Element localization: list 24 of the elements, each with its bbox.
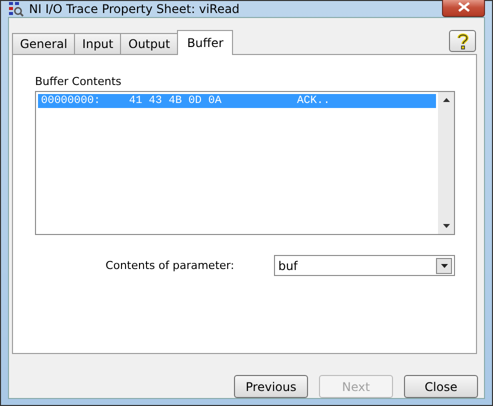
- tab[interactable]: General: [12, 33, 76, 54]
- dropdown-arrow-button[interactable]: [436, 258, 452, 274]
- app-icon: [8, 1, 24, 17]
- tab[interactable]: Output: [120, 33, 178, 54]
- dialog-button[interactable]: Close: [404, 375, 478, 398]
- close-button[interactable]: [442, 0, 485, 16]
- scroll-down-icon: [442, 224, 450, 228]
- caret-icon: [440, 264, 448, 268]
- tab[interactable]: Buffer: [177, 30, 234, 55]
- parameter-dropdown[interactable]: buf: [274, 255, 455, 276]
- dropdown-value: buf: [277, 258, 298, 272]
- tab[interactable]: Input: [74, 33, 122, 54]
- scrollbar[interactable]: [438, 92, 454, 234]
- ascii-text: ACK..: [297, 95, 330, 107]
- hex-bytes-text: 41 43 4B 0D 0A: [129, 95, 222, 107]
- help-button[interactable]: [449, 30, 476, 52]
- group-label: Buffer Contents: [35, 75, 122, 88]
- help-icon: [456, 32, 470, 50]
- parameter-label: Contents of parameter:: [104, 259, 234, 272]
- dialog-button[interactable]: Previous: [234, 375, 308, 398]
- address-text: 00000000:: [40, 95, 102, 107]
- window-title: NI I/O Trace Property Sheet: viRead: [29, 2, 241, 16]
- scroll-up-icon: [442, 98, 450, 102]
- close-icon: [458, 2, 470, 12]
